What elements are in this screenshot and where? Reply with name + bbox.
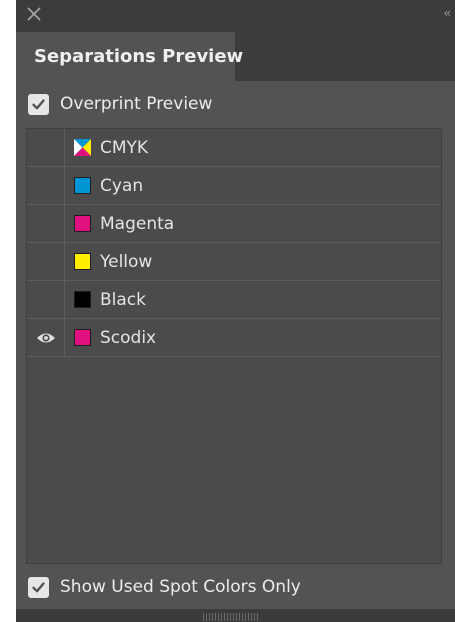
overprint-preview-label: Overprint Preview <box>60 94 213 114</box>
tab-separations-preview[interactable]: Separations Preview <box>16 32 243 81</box>
separations-list: CMYK Cyan Magenta Yellow Black Scodix <box>26 128 442 564</box>
color-swatch <box>74 291 91 308</box>
overprint-preview-row[interactable]: Overprint Preview <box>28 92 212 116</box>
separation-row-magenta[interactable]: Magenta <box>27 205 441 243</box>
check-icon <box>32 98 45 109</box>
color-swatch <box>74 215 91 232</box>
eye-icon[interactable] <box>36 331 56 345</box>
show-used-spot-colors-row[interactable]: Show Used Spot Colors Only <box>28 575 301 599</box>
check-icon <box>32 581 45 592</box>
panel-footer <box>16 609 455 622</box>
panel-titlebar: ‹‹ <box>16 0 455 32</box>
separation-label: Magenta <box>100 213 175 234</box>
close-icon[interactable] <box>25 5 43 23</box>
separation-label: Yellow <box>100 251 153 272</box>
visibility-toggle[interactable] <box>27 243 65 280</box>
cmyk-composite-swatch <box>74 139 91 156</box>
separation-row-black[interactable]: Black <box>27 281 441 319</box>
visibility-toggle[interactable] <box>27 319 65 356</box>
separation-label: Black <box>100 289 146 310</box>
collapse-icon[interactable]: ‹‹ <box>429 5 451 21</box>
separation-label: Cyan <box>100 175 144 196</box>
separation-row-cyan[interactable]: Cyan <box>27 167 441 205</box>
show-used-spot-colors-checkbox[interactable] <box>28 576 49 598</box>
color-swatch <box>74 329 91 346</box>
separation-row-scodix[interactable]: Scodix <box>27 319 441 357</box>
color-swatch <box>74 253 91 270</box>
show-used-spot-colors-label: Show Used Spot Colors Only <box>60 577 301 597</box>
separation-row-yellow[interactable]: Yellow <box>27 243 441 281</box>
separation-label: CMYK <box>100 137 149 158</box>
color-swatch <box>74 177 91 194</box>
separations-panel: ‹‹ Separations Preview Overprint Preview… <box>16 0 455 622</box>
overprint-preview-checkbox[interactable] <box>28 93 49 115</box>
separation-row-cmyk[interactable]: CMYK <box>27 129 441 167</box>
resize-grip-icon[interactable] <box>203 613 259 621</box>
separation-label: Scodix <box>100 327 157 348</box>
visibility-toggle[interactable] <box>27 281 65 318</box>
visibility-toggle[interactable] <box>27 129 65 166</box>
visibility-toggle[interactable] <box>27 205 65 242</box>
visibility-toggle[interactable] <box>27 167 65 204</box>
tab-strip: Separations Preview <box>16 32 455 81</box>
